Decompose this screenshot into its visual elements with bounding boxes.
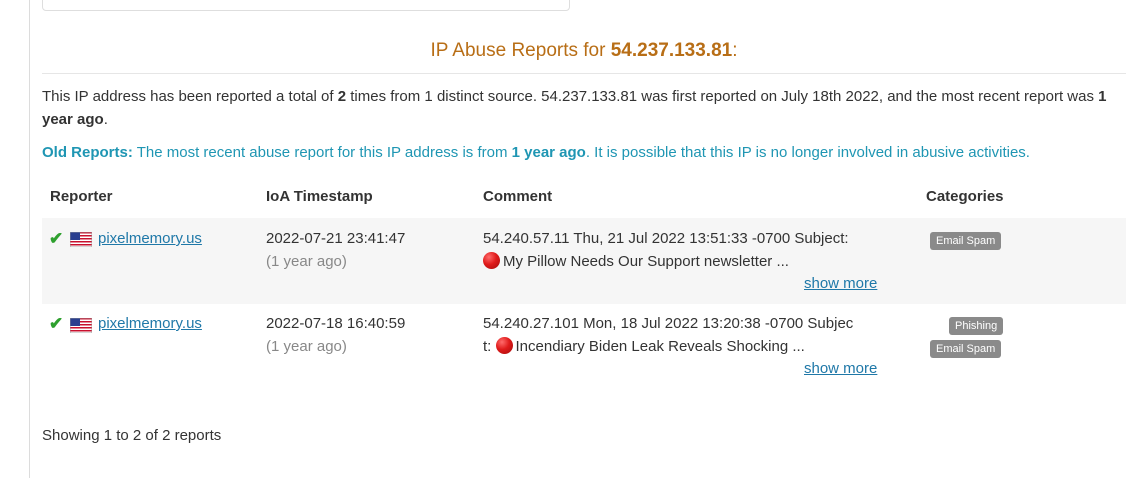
report-age: (1 year ago) bbox=[266, 253, 347, 270]
pagination-summary: Showing 1 to 2 of 2 reports bbox=[42, 427, 222, 444]
red-circle-icon bbox=[495, 337, 513, 354]
column-header-reporter: Reporter bbox=[50, 188, 113, 205]
reporter-link[interactable]: pixelmemory.us bbox=[98, 313, 202, 335]
column-header-timestamp: IoA Timestamp bbox=[266, 188, 373, 205]
comment-line: 54.240.27.101 Mon, 18 Jul 2022 13:20:38 … bbox=[483, 315, 854, 332]
comment-wrap: t: bbox=[483, 338, 492, 355]
comment-subject: My Pillow Needs Our Support newsletter .… bbox=[503, 253, 789, 270]
category-badge: Email Spam bbox=[930, 340, 1002, 358]
old-reports-notice: Old Reports: The most recent abuse repor… bbox=[42, 141, 1126, 164]
column-header-comment: Comment bbox=[483, 188, 553, 205]
comment-subject: Incendiary Biden Leak Reveals Shocking .… bbox=[515, 338, 805, 355]
reporter-link[interactable]: pixelmemory.us bbox=[98, 228, 202, 250]
table-row: ✔ pixelmemory.us 2022-07-18 16:40:59 (1 … bbox=[42, 304, 1126, 390]
comment-line: 54.240.57.11 Thu, 21 Jul 2022 13:51:33 -… bbox=[483, 230, 849, 247]
summary-text: . bbox=[103, 111, 108, 128]
check-icon: ✔ bbox=[49, 229, 64, 248]
notice-recent-age: 1 year ago bbox=[511, 144, 586, 161]
content-left-border bbox=[29, 0, 30, 478]
column-header-categories: Categories bbox=[926, 188, 1004, 205]
comment-line: t: Incendiary Biden Leak Reveals Shockin… bbox=[483, 336, 893, 358]
report-count: 2 bbox=[337, 88, 347, 105]
old-reports-label: Old Reports: bbox=[42, 144, 133, 161]
category-badge: Email Spam bbox=[930, 232, 1002, 250]
us-flag-icon bbox=[70, 232, 92, 247]
title-divider bbox=[42, 73, 1126, 74]
us-flag-icon bbox=[70, 318, 92, 333]
check-icon: ✔ bbox=[49, 314, 64, 333]
report-timestamp: 2022-07-18 16:40:59 bbox=[266, 315, 406, 332]
previous-panel-edge bbox=[42, 0, 570, 11]
show-more-link[interactable]: show more bbox=[804, 275, 877, 292]
report-age: (1 year ago) bbox=[266, 338, 347, 355]
title-ip: 54.237.133.81 bbox=[610, 40, 733, 61]
show-more-link[interactable]: show more bbox=[804, 360, 877, 377]
comment-line: My Pillow Needs Our Support newsletter .… bbox=[483, 251, 893, 273]
summary-text: This IP address has been reported a tota… bbox=[42, 88, 338, 105]
title-suffix: : bbox=[732, 40, 738, 61]
title-prefix: IP Abuse Reports for bbox=[430, 40, 611, 61]
page-title: IP Abuse Reports for 54.237.133.81: bbox=[42, 40, 1126, 62]
red-circle-icon bbox=[483, 252, 500, 269]
table-row: ✔ pixelmemory.us 2022-07-21 23:41:47 (1 … bbox=[42, 218, 1126, 304]
report-summary: This IP address has been reported a tota… bbox=[42, 85, 1112, 131]
category-badge: Phishing bbox=[949, 317, 1004, 335]
notice-text: . It is possible that this IP is no long… bbox=[585, 144, 1030, 161]
report-timestamp: 2022-07-21 23:41:47 bbox=[266, 230, 406, 247]
summary-text: times from 1 distinct source. 54.237.133… bbox=[346, 88, 1099, 105]
notice-text: The most recent abuse report for this IP… bbox=[132, 144, 512, 161]
